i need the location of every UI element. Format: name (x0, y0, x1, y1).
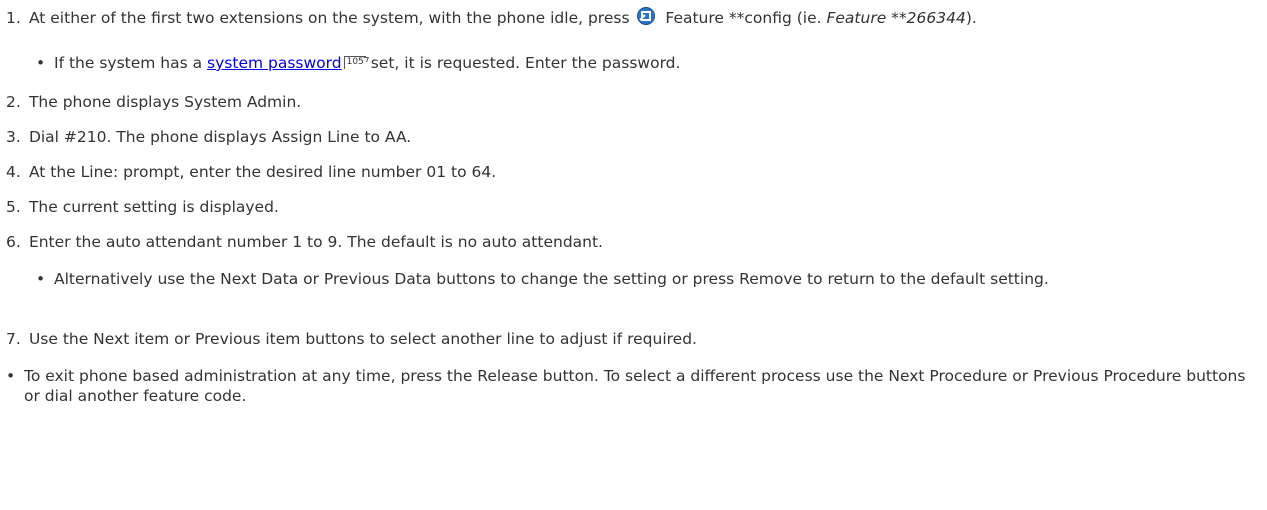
exit-note: • To exit phone based administration at … (6, 366, 1251, 406)
subitem-text-post: set, it is requested. Enter the password… (365, 54, 681, 72)
step-text: The current setting is displayed. (28, 198, 279, 216)
step-3: 3. Dial #210. The phone displays Assign … (6, 127, 1256, 147)
step-4: 4. At the Line: prompt, enter the desire… (6, 162, 1256, 182)
step-number: 7. (6, 330, 21, 348)
step-6: 6. Enter the auto attendant number 1 to … (6, 232, 1256, 252)
step-6-subitem: • Alternatively use the Next Data or Pre… (36, 269, 1251, 289)
feature-code-example: Feature **266344 (826, 9, 966, 27)
step-5: 5. The current setting is displayed. (6, 197, 1256, 217)
step-text: The phone displays System Admin. (28, 93, 302, 111)
exit-note-text: To exit phone based administration at an… (24, 367, 1246, 405)
step-text-end: ). (965, 9, 977, 27)
subitem-text: Alternatively use the Next Data or Previ… (54, 270, 1049, 288)
step-number: 2. (6, 93, 21, 111)
step-text: Use the Next item or Previous item butto… (28, 330, 697, 348)
bullet-icon: • (6, 367, 16, 385)
step-text-pre: At either of the first two extensions on… (28, 9, 635, 27)
step-number: 1. (6, 9, 21, 27)
document: 1. At either of the first two extensions… (0, 0, 1267, 510)
subitem-text-pre: If the system has a (54, 54, 208, 72)
step-number: 5. (6, 198, 21, 216)
step-1-subitem: • If the system has a system password 105… (36, 53, 1251, 73)
step-2: 2. The phone displays System Admin. (6, 92, 1256, 112)
step-number: 3. (6, 128, 21, 146)
step-7: 7. Use the Next item or Previous item bu… (6, 329, 1256, 349)
step-text-post: Feature **config (ie. (660, 9, 827, 27)
feature-key-icon (636, 6, 656, 31)
bullet-icon: • (36, 54, 46, 72)
step-1: 1. At either of the first two extensions… (6, 6, 1256, 31)
system-password-link[interactable]: system password (207, 54, 342, 72)
step-number: 6. (6, 233, 21, 251)
step-text: At the Line: prompt, enter the desired l… (28, 163, 497, 181)
step-number: 4. (6, 163, 21, 181)
step-text: Enter the auto attendant number 1 to 9. … (28, 233, 603, 251)
step-text: Dial #210. The phone displays Assign Lin… (28, 128, 412, 146)
page-reference-icon[interactable]: 105 (343, 56, 366, 69)
bullet-icon: • (36, 270, 46, 288)
